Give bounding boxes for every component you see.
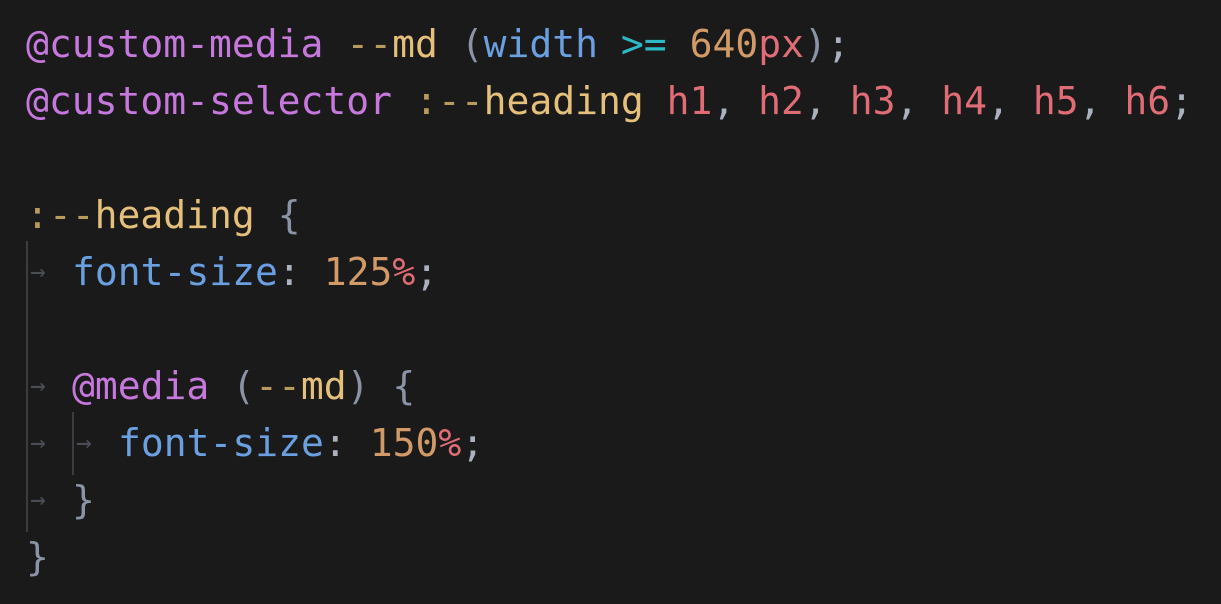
semicolon: ; [1170,79,1194,123]
code-line-2: @custom-selector :--heading h1, h2, h3, … [26,73,1193,130]
unit: px [758,22,804,66]
code-line-10: } [26,529,49,586]
at-rule-media: @media [72,364,210,408]
tag-h6: h6 [1124,79,1171,123]
semicolon: ; [415,250,439,294]
code-line-7: → @media (--md) { [26,355,416,418]
code-line-6 [26,298,72,361]
comma: , [895,79,919,123]
unit: % [392,250,416,294]
semicolon: ; [826,22,850,66]
tab-marker-icon: → [30,485,46,515]
tab-marker-icon: → [30,257,46,287]
close-brace: } [72,478,95,522]
property-name: font-size [72,250,278,294]
code-line-5: → font-size: 125%; [26,241,439,304]
code-line-1: @custom-media --md (width >= 640px); [26,16,850,73]
indent-guide [26,298,72,361]
colon: : [323,421,347,465]
colon: : [277,250,301,294]
open-paren: ( [232,364,256,408]
property-name: font-size [118,421,324,465]
comma: , [712,79,736,123]
media-name: md [392,22,438,66]
open-brace: { [277,193,301,237]
selector-name: heading [483,79,644,123]
at-rule-custom-media: @custom-media [26,22,324,66]
comma: , [1078,79,1102,123]
indent-guide: → [26,412,72,475]
dashes: -- [255,364,301,408]
close-paren: ) [346,364,370,408]
code-line-4: :--heading { [26,187,301,244]
indent-guide: → [26,355,72,418]
tab-marker-icon: → [30,371,46,401]
tab-marker-icon: → [76,428,92,458]
comma: , [803,79,827,123]
code-line-8: → → font-size: 150%; [26,412,485,475]
open-brace: { [392,364,416,408]
at-rule-custom-selector: @custom-selector [26,79,393,123]
code-line-9: →} [26,469,95,532]
tag-h5: h5 [1032,79,1079,123]
semicolon: ; [461,421,485,465]
operator: >= [620,22,667,66]
tag-h4: h4 [941,79,988,123]
comma: , [987,79,1010,123]
close-paren: ) [803,22,827,66]
indent-guide: → [72,412,118,475]
dashes: -- [346,22,393,66]
number-value: 125 [323,250,393,294]
tab-marker-icon: → [30,428,46,458]
selector-name: heading [94,193,255,237]
tag-h2: h2 [758,79,804,123]
tag-h3: h3 [849,79,896,123]
media-name: md [300,364,347,408]
indent-guide: → [26,241,72,304]
tag-h1: h1 [666,79,713,123]
media-feature: width [483,22,599,66]
indent-guide: → [26,469,72,532]
open-paren: ( [460,22,484,66]
code-editor[interactable]: @custom-media --md (width >= 640px); @cu… [0,0,1221,604]
number-value: 640 [689,22,759,66]
unit: % [438,421,462,465]
selector-prefix: :-- [414,79,484,123]
number-value: 150 [369,421,439,465]
close-brace: } [26,535,49,579]
selector-prefix: :-- [26,193,95,237]
